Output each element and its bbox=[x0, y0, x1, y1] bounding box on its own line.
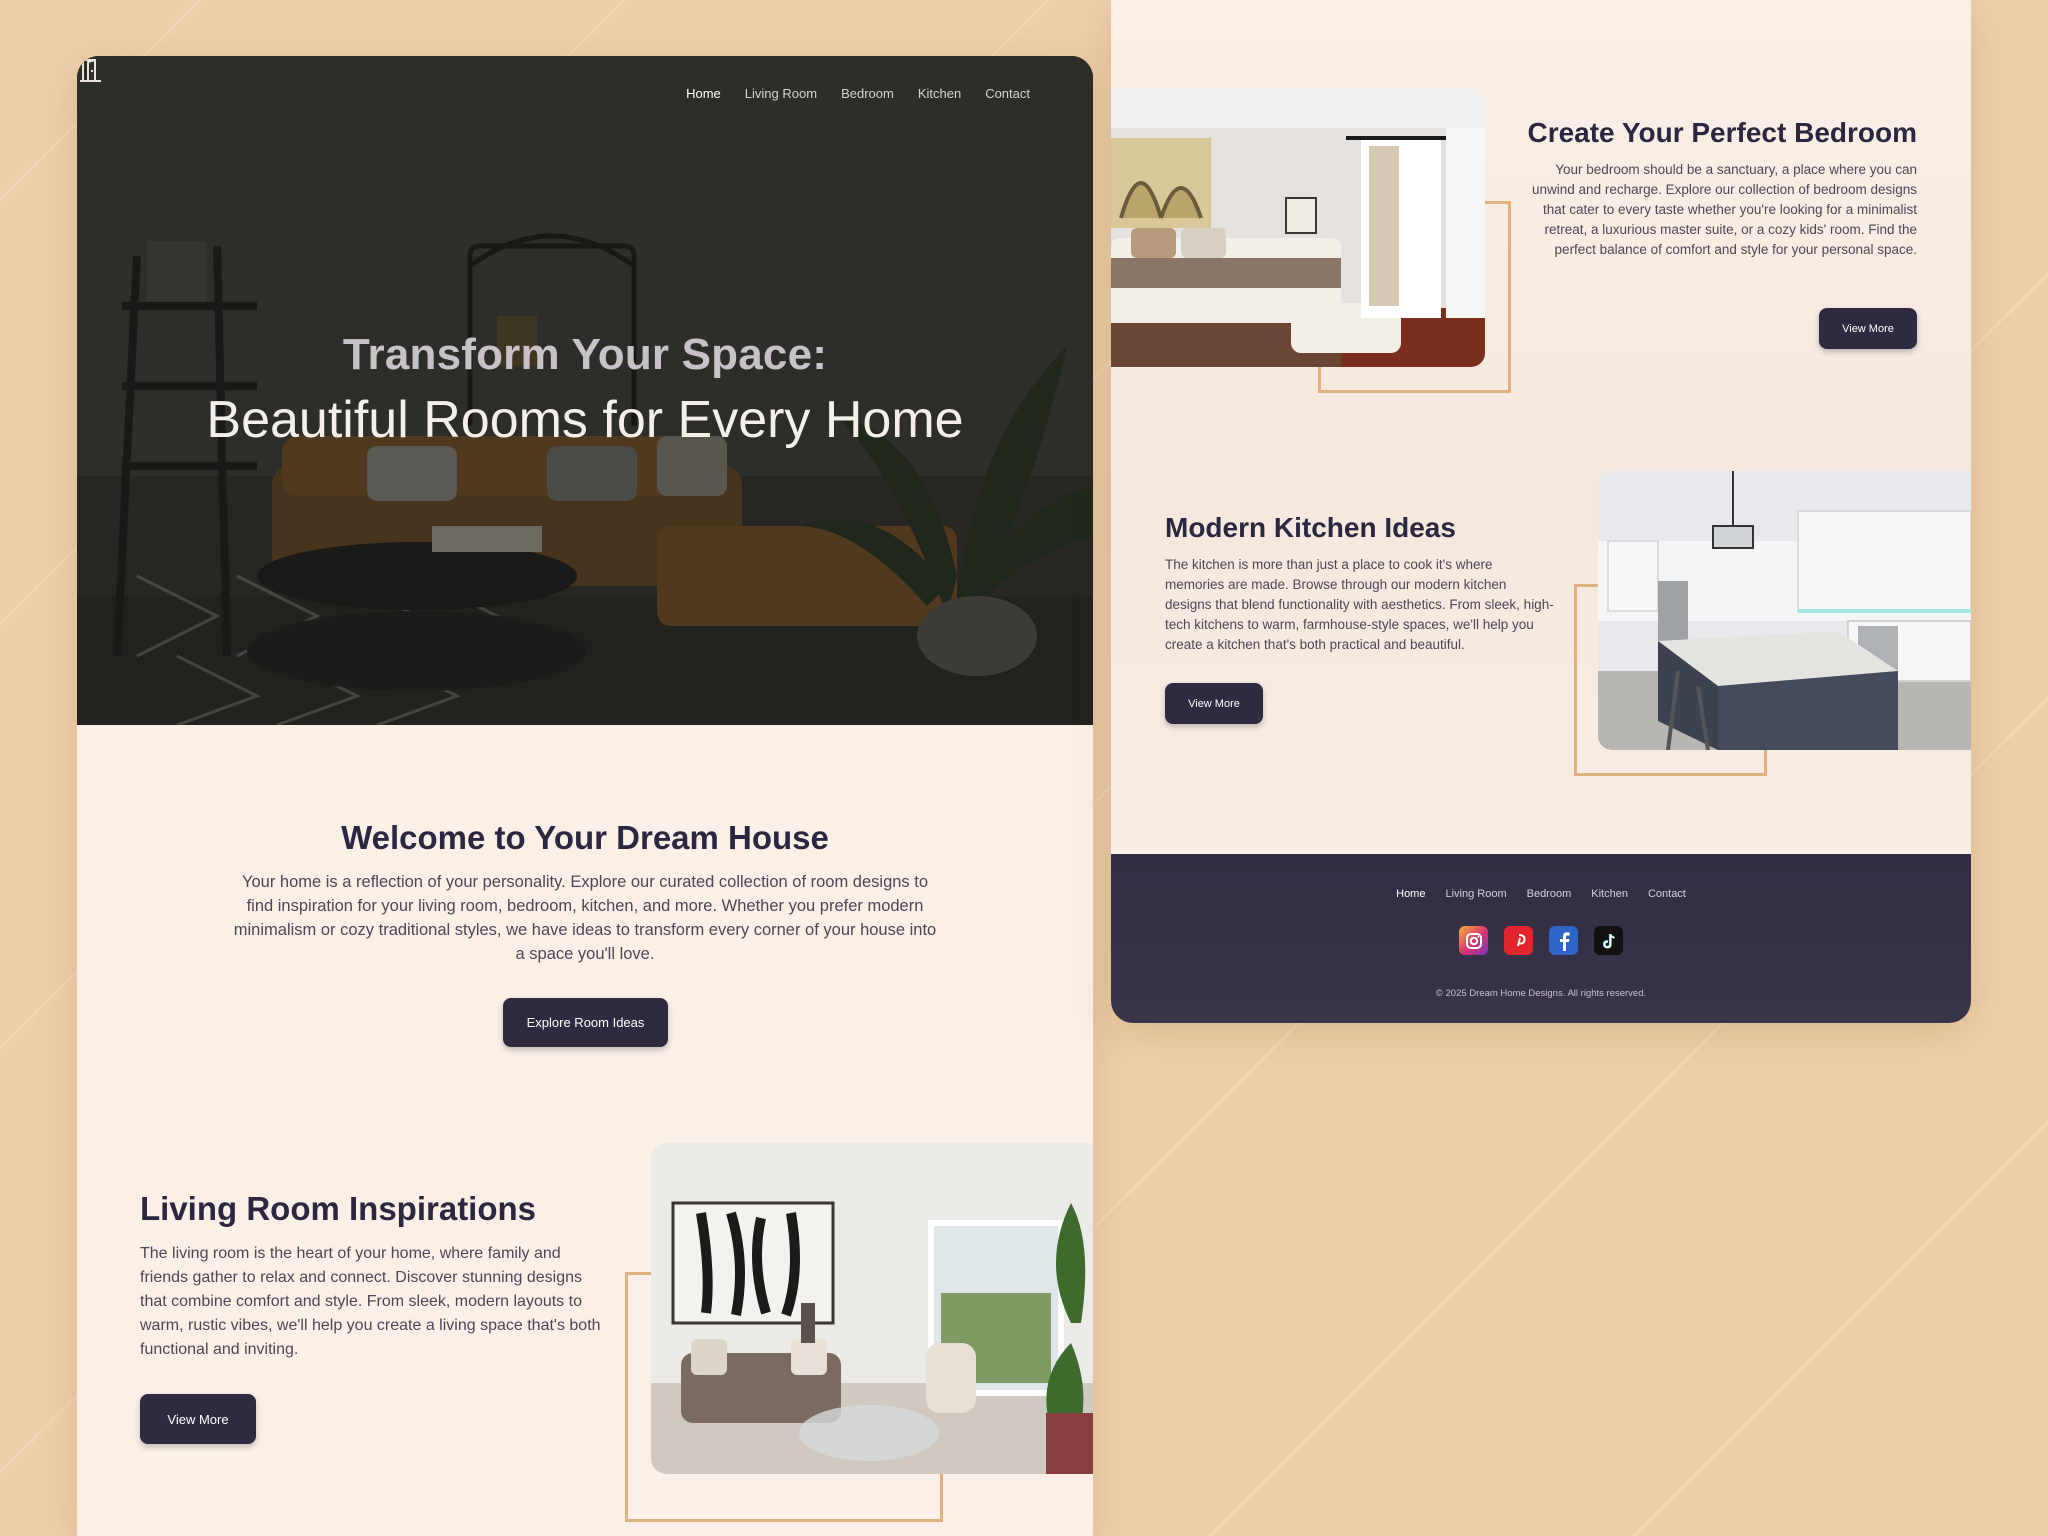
kitchen-text: The kitchen is more than just a place to… bbox=[1165, 557, 1554, 652]
main-nav: Home Living Room Bedroom Kitchen Contact bbox=[686, 86, 1030, 101]
explore-room-ideas-button[interactable]: Explore Room Ideas bbox=[503, 998, 668, 1047]
nav-contact[interactable]: Contact bbox=[985, 86, 1030, 101]
bedroom-text: Your bedroom should be a sanctuary, a pl… bbox=[1532, 162, 1917, 257]
living-room-image bbox=[651, 1143, 1093, 1474]
welcome-text: Your home is a reflection of your person… bbox=[233, 873, 937, 963]
kitchen-view-more-button[interactable]: View More bbox=[1165, 683, 1263, 724]
footer-nav-living-room[interactable]: Living Room bbox=[1445, 888, 1506, 900]
hero-section: Home Living Room Bedroom Kitchen Contact… bbox=[77, 56, 1093, 725]
footer-nav-home[interactable]: Home bbox=[1396, 888, 1425, 900]
hero-title-line1: Transform Your Space: bbox=[342, 330, 828, 379]
social-links bbox=[1111, 926, 1971, 955]
door-logo-icon[interactable] bbox=[77, 56, 105, 84]
living-room-title: Living Room Inspirations bbox=[140, 1190, 537, 1227]
copyright-text: © 2025 Dream Home Designs. All rights re… bbox=[1435, 988, 1647, 999]
living-room-text: The living room is the heart of your hom… bbox=[140, 1245, 601, 1358]
nav-home[interactable]: Home bbox=[686, 86, 721, 101]
facebook-icon[interactable] bbox=[1549, 926, 1578, 955]
main-page-panel: Home Living Room Bedroom Kitchen Contact… bbox=[77, 56, 1093, 1536]
footer-nav: Home Living Room Bedroom Kitchen Contact bbox=[1111, 888, 1971, 900]
kitchen-image bbox=[1598, 471, 1971, 750]
nav-living-room[interactable]: Living Room bbox=[745, 86, 817, 101]
kitchen-title: Modern Kitchen Ideas bbox=[1165, 512, 1456, 543]
bedroom-view-more-button[interactable]: View More bbox=[1819, 308, 1917, 349]
footer-nav-kitchen[interactable]: Kitchen bbox=[1591, 888, 1628, 900]
nav-kitchen[interactable]: Kitchen bbox=[918, 86, 961, 101]
nav-bedroom[interactable]: Bedroom bbox=[841, 86, 894, 101]
bedroom-title: Create Your Perfect Bedroom bbox=[1527, 117, 1917, 148]
bedroom-image bbox=[1111, 88, 1485, 367]
footer-nav-contact[interactable]: Contact bbox=[1648, 888, 1686, 900]
footer: Home Living Room Bedroom Kitchen Contact… bbox=[1111, 854, 1971, 1023]
hero-title-line2: Beautiful Rooms for Every Home bbox=[206, 391, 964, 449]
secondary-page-panel: Create Your Perfect Bedroom Your bedroom… bbox=[1111, 0, 1971, 1023]
pinterest-icon[interactable] bbox=[1504, 926, 1533, 955]
instagram-icon[interactable] bbox=[1459, 926, 1488, 955]
footer-nav-bedroom[interactable]: Bedroom bbox=[1527, 888, 1572, 900]
welcome-title: Welcome to Your Dream House bbox=[341, 819, 829, 856]
living-room-view-more-button[interactable]: View More bbox=[140, 1394, 256, 1444]
tiktok-icon[interactable] bbox=[1594, 926, 1623, 955]
